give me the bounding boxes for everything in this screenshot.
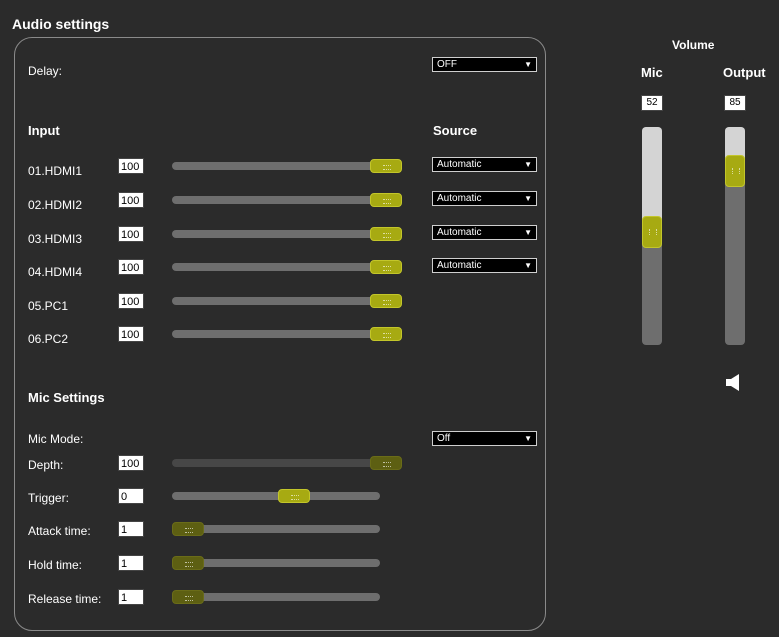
chevron-down-icon: ▼ xyxy=(524,228,532,237)
source-select[interactable]: Automatic ▼ xyxy=(432,191,537,206)
input-level-field[interactable]: 100 xyxy=(118,326,144,342)
source-select-value: Automatic xyxy=(437,260,482,271)
mic-setting-thumb[interactable] xyxy=(172,590,204,604)
input-name-label: 03.HDMI3 xyxy=(28,232,83,246)
source-select-value: Automatic xyxy=(437,193,482,204)
source-select-value: Automatic xyxy=(437,159,482,170)
mic-setting-field[interactable]: 0 xyxy=(118,488,144,504)
mic-volume-thumb[interactable] xyxy=(642,216,662,249)
input-level-field[interactable]: 100 xyxy=(118,158,144,174)
input-name-label: 06.PC2 xyxy=(28,332,69,346)
chevron-down-icon: ▼ xyxy=(524,160,532,169)
source-header: Source xyxy=(433,123,478,138)
speaker-icon[interactable] xyxy=(724,372,744,397)
input-name-label: 02.HDMI2 xyxy=(28,198,83,212)
input-name-label: 01.HDMI1 xyxy=(28,164,83,178)
input-level-thumb[interactable] xyxy=(370,159,402,173)
mic-setting-field[interactable]: 1 xyxy=(118,555,144,571)
mic-volume-value[interactable]: 52 xyxy=(641,95,663,111)
volume-header: Volume xyxy=(672,38,715,52)
input-level-slider[interactable] xyxy=(172,294,402,308)
source-select-value: Automatic xyxy=(437,227,482,238)
input-name-label: 05.PC1 xyxy=(28,299,69,313)
input-level-field[interactable]: 100 xyxy=(118,259,144,275)
delay-label: Delay: xyxy=(28,64,63,78)
chevron-down-icon: ▼ xyxy=(524,60,532,69)
mic-setting-field[interactable]: 1 xyxy=(118,521,144,537)
mic-mode-select[interactable]: Off ▼ xyxy=(432,431,537,446)
mic-setting-field[interactable]: 100 xyxy=(118,455,144,471)
input-level-slider[interactable] xyxy=(172,193,402,207)
delay-select-value: OFF xyxy=(437,59,457,70)
input-level-thumb[interactable] xyxy=(370,294,402,308)
mic-mode-select-value: Off xyxy=(437,433,451,444)
page-title: Audio settings xyxy=(12,16,110,32)
output-volume-label: Output xyxy=(723,65,766,80)
mic-setting-label: Attack time: xyxy=(28,524,91,538)
mic-setting-slider[interactable] xyxy=(172,522,380,536)
source-select[interactable]: Automatic ▼ xyxy=(432,225,537,240)
input-level-field[interactable]: 100 xyxy=(118,192,144,208)
input-level-slider[interactable] xyxy=(172,227,402,241)
mic-setting-slider[interactable] xyxy=(172,456,402,470)
delay-select[interactable]: OFF ▼ xyxy=(432,57,537,72)
chevron-down-icon: ▼ xyxy=(524,434,532,443)
input-level-field[interactable]: 100 xyxy=(118,226,144,242)
mic-setting-label: Release time: xyxy=(28,592,102,606)
input-level-thumb[interactable] xyxy=(370,260,402,274)
output-volume-value[interactable]: 85 xyxy=(724,95,746,111)
mic-setting-field[interactable]: 1 xyxy=(118,589,144,605)
input-level-thumb[interactable] xyxy=(370,327,402,341)
output-volume-thumb[interactable] xyxy=(725,154,745,187)
mic-setting-thumb[interactable] xyxy=(277,489,310,503)
source-select[interactable]: Automatic ▼ xyxy=(432,258,537,273)
mic-volume-label: Mic xyxy=(641,65,663,80)
mic-setting-slider[interactable] xyxy=(172,590,380,604)
mic-setting-thumb[interactable] xyxy=(172,522,204,536)
mic-settings-header: Mic Settings xyxy=(28,390,105,405)
chevron-down-icon: ▼ xyxy=(524,261,532,270)
source-select[interactable]: Automatic ▼ xyxy=(432,157,537,172)
mic-setting-thumb[interactable] xyxy=(370,456,402,470)
input-level-field[interactable]: 100 xyxy=(118,293,144,309)
mic-setting-slider[interactable] xyxy=(172,489,380,503)
mic-setting-thumb[interactable] xyxy=(172,556,204,570)
input-level-slider[interactable] xyxy=(172,260,402,274)
input-level-thumb[interactable] xyxy=(370,193,402,207)
input-level-slider[interactable] xyxy=(172,327,402,341)
mic-setting-label: Trigger: xyxy=(28,491,69,505)
output-volume-slider[interactable] xyxy=(725,127,745,345)
input-level-slider[interactable] xyxy=(172,159,402,173)
input-level-thumb[interactable] xyxy=(370,227,402,241)
mic-volume-slider[interactable] xyxy=(642,127,662,345)
chevron-down-icon: ▼ xyxy=(524,194,532,203)
mic-setting-slider[interactable] xyxy=(172,556,380,570)
input-header: Input xyxy=(28,123,60,138)
mic-mode-label: Mic Mode: xyxy=(28,432,84,446)
mic-setting-label: Depth: xyxy=(28,458,64,472)
input-name-label: 04.HDMI4 xyxy=(28,265,83,279)
mic-setting-label: Hold time: xyxy=(28,558,83,572)
